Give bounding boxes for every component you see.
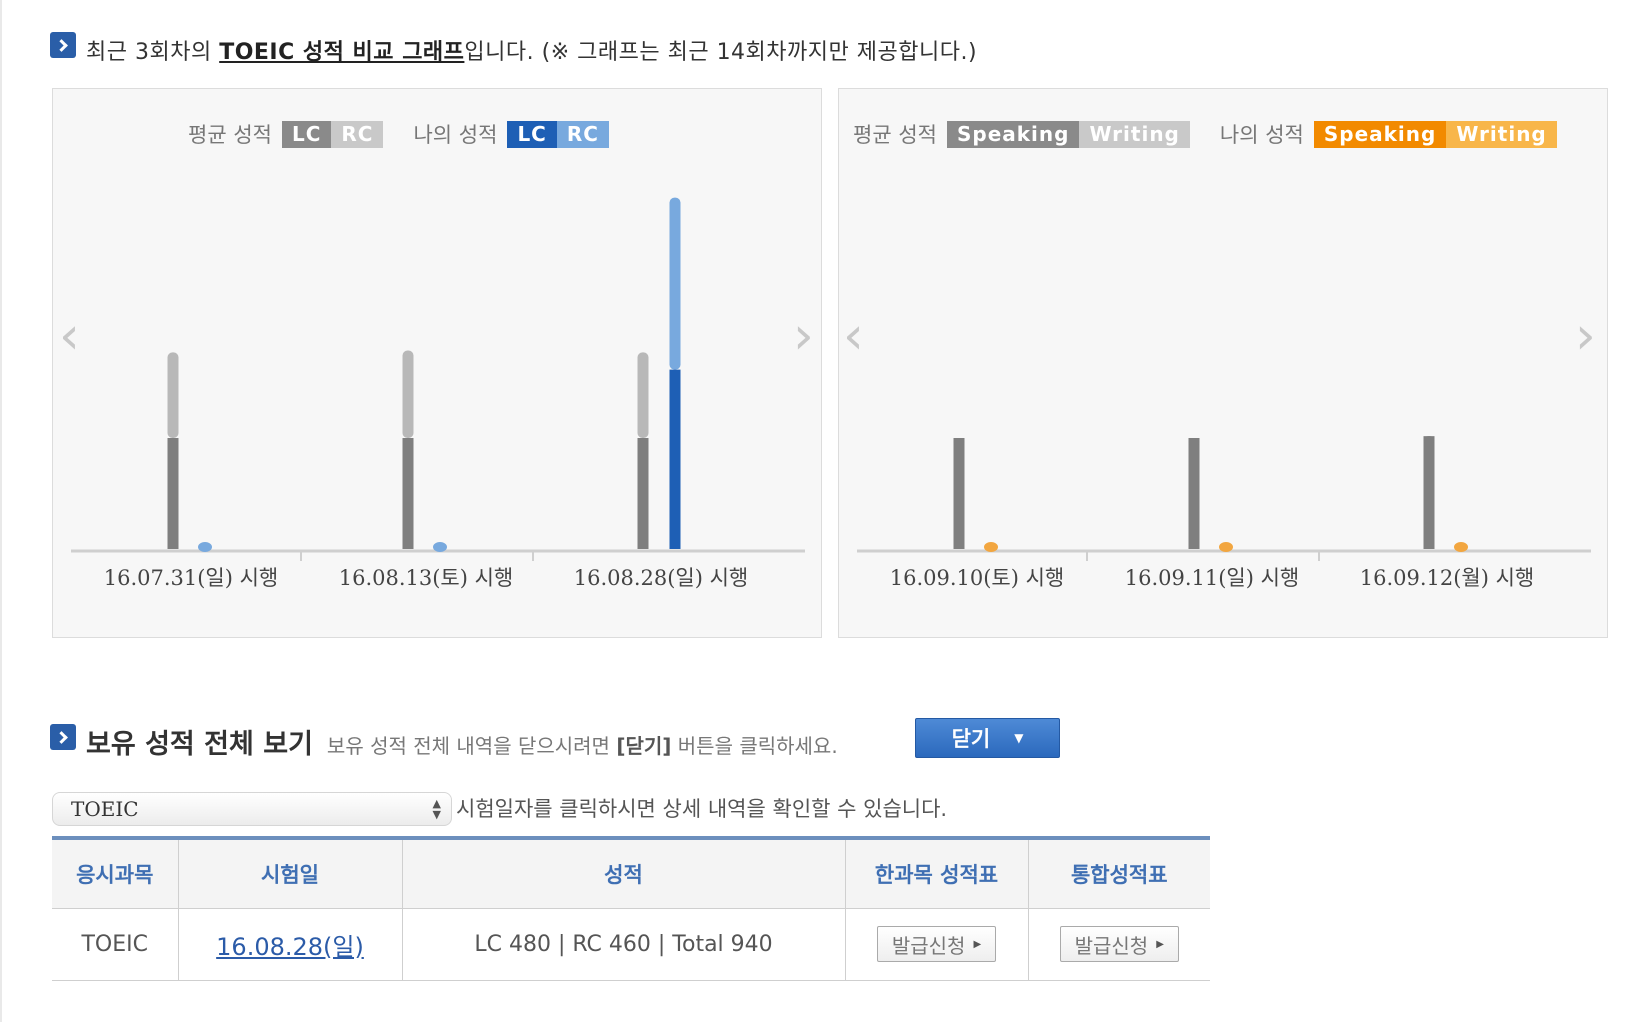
select-hint: 시험일자를 클릭하시면 상세 내역을 확인할 수 있습니다. [456, 797, 948, 821]
all-scores-title: 보유 성적 전체 보기 [86, 729, 313, 760]
close-button-label: 닫기 [951, 727, 991, 751]
x-tick-label: 16.09.12(월) 시행 [1360, 566, 1535, 590]
avg-low-bar [1188, 438, 1200, 549]
exam-date-link[interactable]: 16.08.28(일) [216, 933, 364, 961]
header-combined-report: 통합성적표 [1028, 836, 1210, 909]
close-button[interactable]: 닫기 ▼ [915, 718, 1060, 758]
my-high-bar [669, 197, 681, 370]
my-zero-dot [1454, 542, 1468, 552]
my-zero-dot [1219, 542, 1233, 552]
my-zero-dot [198, 542, 212, 552]
x-tick-label: 16.08.13(토) 시행 [339, 566, 514, 590]
caret-down-icon: ▼ [1014, 731, 1024, 745]
table-header-row: 응시과목 시험일 성적 한과목 성적표 통합성적표 [52, 836, 1210, 909]
combined-report-issue-button[interactable]: 발급신청 ▶ [1059, 926, 1179, 962]
graph-heading-prefix: 최근 3회차의 [86, 40, 220, 65]
combined-report-issue-label: 발급신청 [1074, 933, 1149, 958]
sw-chart: 16.09.10(토) 시행 16.09.11(일) 시행 16.09.12(월) … [857, 436, 1591, 590]
x-tick-label: 16.08.28(일) 시행 [574, 566, 749, 590]
section-arrow-icon-2 [50, 724, 76, 750]
chart-prev-arrow-icon[interactable]: ‹ [59, 310, 89, 362]
header-subject: 응시과목 [52, 836, 179, 909]
toeic-chart: 16.07.31(일) 시행 16.08.13(토) 시행 16.08.28(일) … [71, 197, 805, 590]
all-scores-heading: 보유 성적 전체 보기 보유 성적 전체 내역을 닫으시려면 [닫기] 버튼을 … [86, 722, 838, 761]
my-low-bar [669, 369, 681, 549]
avg-bar-cap [953, 438, 965, 446]
avg-high-bar [402, 350, 414, 438]
toeic-chart-panel: 평균 성적 LC RC 나의 성적 LC RC 16.07.31(일) 시행 16.0… [52, 88, 822, 638]
avg-low-bar [953, 438, 965, 549]
exam-type-select[interactable]: TOEIC ▲ ▼ [52, 792, 452, 826]
avg-bar-cap [1188, 438, 1200, 446]
avg-low-bar [167, 438, 179, 549]
my-zero-dot [984, 542, 998, 552]
chart-next-arrow-icon[interactable]: › [793, 310, 823, 362]
desc-prefix: 보유 성적 전체 내역을 닫으시려면 [326, 734, 617, 758]
left-border-line [0, 0, 2, 1022]
row-combined-report-cell: 발급신청 ▶ [1028, 908, 1210, 981]
header-score: 성적 [402, 836, 846, 909]
avg-low-bar [1423, 436, 1435, 549]
row-date-cell: 16.08.28(일) [178, 908, 403, 981]
header-single-report: 한과목 성적표 [845, 836, 1029, 909]
x-tick-label: 16.09.10(토) 시행 [890, 566, 1065, 590]
row-score: LC 480 | RC 460 | Total 940 [402, 908, 846, 981]
row-subject: TOEIC [52, 908, 179, 981]
header-date: 시험일 [178, 836, 403, 909]
section-arrow-icon [50, 32, 76, 58]
sw-chart-prev-arrow-icon[interactable]: ‹ [843, 310, 873, 362]
single-report-issue-button[interactable]: 발급신청 ▶ [876, 926, 997, 962]
all-scores-desc: 보유 성적 전체 내역을 닫으시려면 [닫기] 버튼을 클릭하세요. [327, 730, 838, 759]
avg-bar-cap [1423, 436, 1435, 445]
avg-high-bar [167, 352, 179, 438]
exam-type-select-value: TOEIC [71, 797, 139, 821]
avg-high-bar [637, 352, 649, 438]
scores-table: 응시과목 시험일 성적 한과목 성적표 통합성적표 TOEIC 16.08.28… [52, 836, 1210, 981]
triangle-right-icon: ▶ [973, 938, 982, 950]
x-tick-label: 16.09.11(일) 시행 [1125, 566, 1300, 590]
sw-chart-next-arrow-icon[interactable]: › [1575, 310, 1605, 362]
desc-bold: [닫기] [616, 734, 672, 758]
triangle-right-icon-2: ▶ [1156, 938, 1164, 950]
graph-heading: 최근 3회차의 TOEIC 성적 비교 그래프입니다. (※ 그래프는 최근 1… [86, 34, 977, 66]
graph-heading-highlight: TOEIC 성적 비교 그래프 [219, 40, 465, 65]
sw-chart-panel: 평균 성적 Speaking Writing 나의 성적 Speaking Writ… [838, 88, 1608, 638]
select-spinner-icon: ▲ ▼ [432, 797, 441, 821]
single-report-issue-label: 발급신청 [891, 933, 966, 958]
avg-low-bar [637, 438, 649, 549]
my-zero-dot [433, 542, 447, 552]
desc-suffix: 버튼을 클릭하세요. [671, 734, 838, 758]
row-single-report-cell: 발급신청 ▶ [845, 908, 1029, 981]
table-row: TOEIC 16.08.28(일) LC 480 | RC 460 | Tota… [52, 908, 1210, 981]
x-tick-label: 16.07.31(일) 시행 [104, 566, 279, 590]
graph-heading-suffix: 입니다. (※ 그래프는 최근 14회차까지만 제공합니다.) [464, 40, 978, 65]
avg-low-bar [402, 438, 414, 549]
